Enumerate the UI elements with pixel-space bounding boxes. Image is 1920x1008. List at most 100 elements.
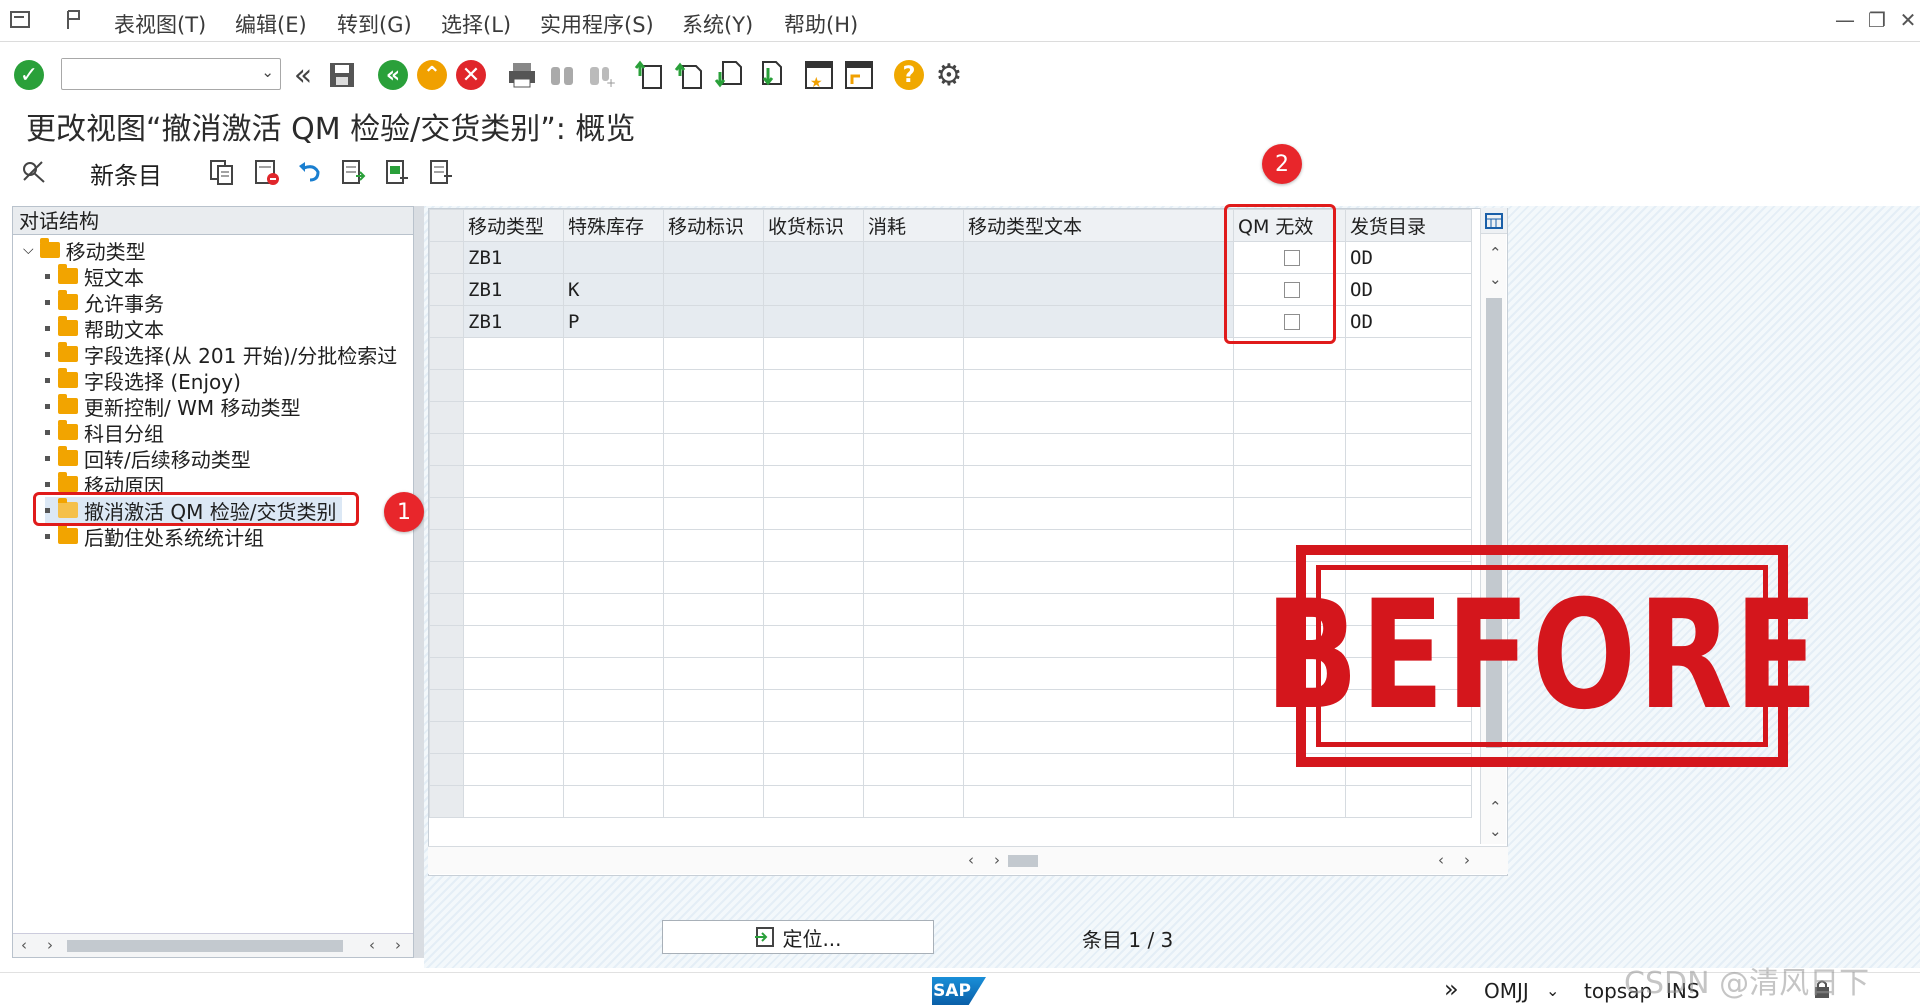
undo-icon[interactable] xyxy=(294,156,326,188)
cell-receipt-indicator xyxy=(763,273,864,306)
scroll-right-icon[interactable]: › xyxy=(47,936,53,954)
tree-horizontal-scrollbar[interactable]: ‹ › ‹ › xyxy=(13,933,413,957)
scroll-right-icon[interactable]: › xyxy=(994,851,1000,869)
tree-node-short-text[interactable]: 短文本 xyxy=(45,263,144,290)
tree-node-label: 字段选择 (Enjoy) xyxy=(84,369,241,394)
menu-icon[interactable] xyxy=(10,10,32,30)
copy-as-icon[interactable] xyxy=(206,156,238,188)
print-icon[interactable] xyxy=(505,58,539,92)
cell-special-stock: P xyxy=(563,305,664,338)
scroll-thumb[interactable] xyxy=(1008,855,1038,867)
table-row[interactable] xyxy=(429,465,1472,498)
table-row[interactable] xyxy=(429,785,1472,818)
row-selector[interactable] xyxy=(429,305,464,338)
tree-node-label: 短文本 xyxy=(84,265,144,290)
scroll-left-icon[interactable]: ‹ xyxy=(1438,851,1444,869)
chevron-down-icon[interactable]: ⌄ xyxy=(261,63,274,81)
cell-delivery-category[interactable]: OD xyxy=(1345,241,1472,274)
cell-delivery-category[interactable]: OD xyxy=(1345,273,1472,306)
menu-select[interactable]: 选择(L) xyxy=(441,9,511,39)
column-header-movement-indicator[interactable]: 移动标识 xyxy=(663,209,764,242)
shortcut-icon[interactable] xyxy=(842,58,876,92)
column-config-icon[interactable] xyxy=(1481,208,1507,234)
row-selector-header[interactable] xyxy=(429,209,464,242)
cancel-icon[interactable]: ✕ xyxy=(454,58,488,92)
menu-help[interactable]: 帮助(H) xyxy=(784,9,858,39)
settings-icon[interactable]: ⚙ xyxy=(932,58,966,93)
minimize-icon[interactable]: — xyxy=(1830,8,1860,34)
save-icon[interactable] xyxy=(325,58,359,92)
scroll-left-icon[interactable]: ‹ xyxy=(369,936,375,954)
table-row[interactable] xyxy=(429,433,1472,466)
select-block-icon[interactable] xyxy=(382,156,414,188)
watermark: CSDN @清风日下 xyxy=(1624,966,1870,1001)
tree-node-field-selection-enjoy[interactable]: 字段选择 (Enjoy) xyxy=(45,367,241,394)
scroll-up-icon[interactable]: ⌃ xyxy=(1489,244,1502,262)
display-change-icon[interactable] xyxy=(18,156,50,188)
scroll-down-icon[interactable]: ⌄ xyxy=(1489,822,1502,840)
locate-button[interactable]: 定位... xyxy=(662,920,934,954)
new-entries-button[interactable]: 新条目 xyxy=(90,156,162,191)
menu-table-view[interactable]: 表视图(T) xyxy=(114,9,206,39)
tree-node-account-grouping[interactable]: 科目分组 xyxy=(45,419,164,446)
last-page-icon[interactable] xyxy=(752,58,786,92)
table-horizontal-scrollbar[interactable]: ‹ › ‹ › xyxy=(428,846,1508,874)
restore-icon[interactable]: ❐ xyxy=(1862,8,1892,34)
deselect-all-icon[interactable] xyxy=(426,156,458,188)
layout-menu-icon[interactable] xyxy=(64,9,86,31)
column-header-receipt-indicator[interactable]: 收货标识 xyxy=(763,209,864,242)
cell-delivery-category[interactable]: OD xyxy=(1345,305,1472,338)
transaction-code[interactable]: OMJJ xyxy=(1484,979,1529,1003)
column-header-consumption[interactable]: 消耗 xyxy=(863,209,964,242)
tree-node-lis-stats[interactable]: 后勤住处系统统计组 xyxy=(45,523,264,550)
scroll-up-icon[interactable]: ⌃ xyxy=(1489,798,1502,816)
row-selector[interactable] xyxy=(429,241,464,274)
tree-node-field-selection-201[interactable]: 字段选择(从 201 开始)/分批检索过 xyxy=(45,341,397,368)
table-row[interactable] xyxy=(429,369,1472,402)
tree-node-movement-types[interactable]: ⌵ 移动类型 xyxy=(23,237,146,264)
tree-node-update-control[interactable]: 更新控制/ WM 移动类型 xyxy=(45,393,300,420)
scroll-down-icon[interactable]: ⌄ xyxy=(1489,270,1502,288)
menu-goto[interactable]: 转到(G) xyxy=(337,9,412,39)
cell-special-stock: K xyxy=(563,273,664,306)
menu-system[interactable]: 系统(Y) xyxy=(682,9,753,39)
help-icon[interactable]: ? xyxy=(892,58,926,92)
scroll-right-icon[interactable]: › xyxy=(395,936,401,954)
find-icon[interactable] xyxy=(545,58,579,92)
delete-icon[interactable] xyxy=(250,156,282,188)
tree-node-help-text[interactable]: 帮助文本 xyxy=(45,315,164,342)
command-field[interactable]: ⌄ xyxy=(61,58,281,90)
column-header-movement-text[interactable]: 移动类型文本 xyxy=(963,209,1234,242)
expand-status-icon[interactable]: » xyxy=(1444,975,1459,1003)
back-icon[interactable]: « xyxy=(376,58,410,92)
back-double-icon[interactable]: « xyxy=(286,58,320,93)
table-row[interactable] xyxy=(429,497,1472,530)
column-header-movement-type[interactable]: 移动类型 xyxy=(463,209,564,242)
dialog-structure-panel: 对话结构 ⌵ 移动类型 短文本 允许事务 帮助文本 字段选择(从 201 开始)… xyxy=(12,206,414,958)
panel-splitter[interactable] xyxy=(414,206,424,958)
prev-page-icon[interactable] xyxy=(672,58,706,92)
chevron-down-icon[interactable]: ⌄ xyxy=(1546,981,1559,1000)
enter-icon[interactable]: ✓ xyxy=(12,58,46,92)
table-row[interactable] xyxy=(429,401,1472,434)
close-icon[interactable]: ✕ xyxy=(1893,8,1920,34)
tree-node-reversal-types[interactable]: 回转/后续移动类型 xyxy=(45,445,251,472)
row-selector[interactable] xyxy=(429,273,464,306)
exit-icon[interactable]: ⌃ xyxy=(415,58,449,92)
chevron-down-icon[interactable]: ⌵ xyxy=(23,242,34,258)
scroll-left-icon[interactable]: ‹ xyxy=(21,936,27,954)
select-all-icon[interactable] xyxy=(338,156,370,188)
scroll-right-icon[interactable]: › xyxy=(1464,851,1470,869)
column-header-special-stock[interactable]: 特殊库存 xyxy=(563,209,664,242)
first-page-icon[interactable] xyxy=(632,58,666,92)
menu-utilities[interactable]: 实用程序(S) xyxy=(540,9,654,39)
tree-node-allowed-transactions[interactable]: 允许事务 xyxy=(45,289,164,316)
scroll-left-icon[interactable]: ‹ xyxy=(968,851,974,869)
next-page-icon[interactable] xyxy=(712,58,746,92)
scroll-thumb[interactable] xyxy=(67,940,343,952)
column-header-delivery-category[interactable]: 发货目录 xyxy=(1345,209,1472,242)
create-session-icon[interactable]: ★ xyxy=(802,58,836,92)
find-next-icon[interactable]: + xyxy=(584,58,618,92)
command-input[interactable] xyxy=(62,59,252,87)
menu-edit[interactable]: 编辑(E) xyxy=(235,9,307,39)
